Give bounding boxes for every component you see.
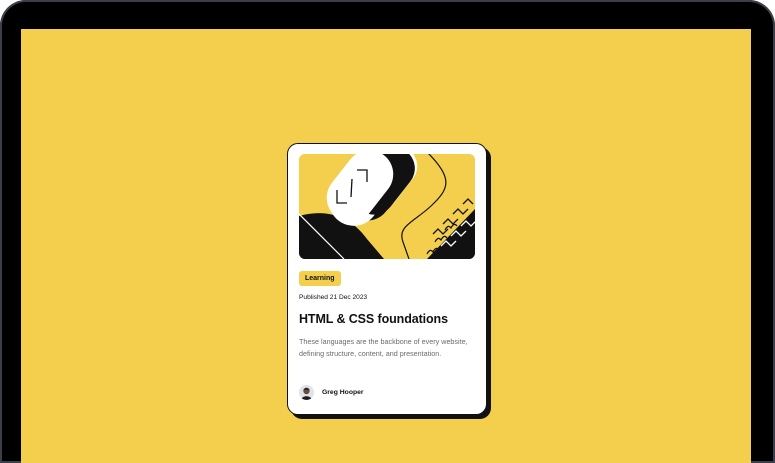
user-avatar-icon [299,385,314,400]
category-badge[interactable]: Learning [299,271,341,286]
abstract-shapes-icon [299,154,475,259]
card-title[interactable]: HTML & CSS foundations [299,312,448,326]
author-info: Greg Hooper [299,385,364,400]
avatar [299,385,314,400]
publish-date: Published 21 Dec 2023 [299,294,368,301]
blog-preview-card[interactable]: Learning Published 21 Dec 2023 HTML & CS… [287,143,487,415]
card-description: These languages are the backbone of ever… [299,337,468,358]
hero-illustration [299,154,475,259]
device-frame: Learning Published 21 Dec 2023 HTML & CS… [0,0,775,463]
screen: Learning Published 21 Dec 2023 HTML & CS… [21,29,751,463]
author-name[interactable]: Greg Hooper [322,389,364,396]
